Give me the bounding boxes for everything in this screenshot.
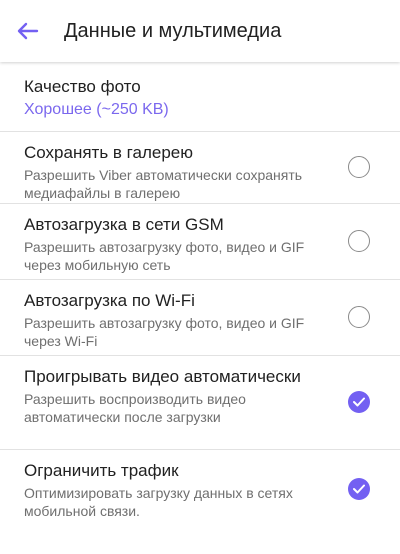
setting-photo-quality[interactable]: Качество фото Хорошее (~250 KB) bbox=[0, 62, 400, 132]
setting-text: Автозагрузка в сети GSM Разрешить автоза… bbox=[24, 214, 324, 274]
setting-text: Качество фото Хорошее (~250 KB) bbox=[24, 76, 324, 120]
setting-description: Разрешить Viber автоматически сохранять … bbox=[24, 167, 303, 201]
limit-traffic-checkbox[interactable] bbox=[348, 478, 370, 500]
setting-label: Ограничить трафик bbox=[24, 461, 179, 480]
save-to-gallery-checkbox[interactable] bbox=[348, 155, 370, 178]
setting-label: Сохранять в галерею bbox=[24, 143, 193, 162]
setting-description: Разрешить автозагрузку фото, видео и GIF… bbox=[24, 239, 305, 273]
app-bar: Данные и мультимедиа bbox=[0, 0, 400, 62]
setting-label: Качество фото bbox=[24, 77, 141, 96]
setting-description: Оптимизировать загрузку данных в сетях м… bbox=[24, 485, 293, 519]
arrow-left-icon bbox=[17, 22, 39, 40]
autoload-wifi-checkbox[interactable] bbox=[348, 305, 370, 328]
setting-text: Ограничить трафик Оптимизировать загрузк… bbox=[24, 460, 324, 520]
check-icon bbox=[353, 484, 365, 494]
back-button[interactable] bbox=[14, 17, 42, 45]
setting-text: Сохранять в галерею Разрешить Viber авто… bbox=[24, 142, 324, 202]
setting-save-to-gallery[interactable]: Сохранять в галерею Разрешить Viber авто… bbox=[0, 132, 400, 204]
setting-label: Автозагрузка в сети GSM bbox=[24, 215, 224, 234]
setting-text: Автозагрузка по Wi-Fi Разрешить автозагр… bbox=[24, 290, 324, 350]
settings-list: Качество фото Хорошее (~250 KB) Сохранят… bbox=[0, 62, 400, 530]
setting-autoload-wifi[interactable]: Автозагрузка по Wi-Fi Разрешить автозагр… bbox=[0, 280, 400, 356]
setting-label: Автозагрузка по Wi-Fi bbox=[24, 291, 195, 310]
page-title: Данные и мультимедиа bbox=[64, 19, 282, 42]
autoload-gsm-checkbox[interactable] bbox=[348, 229, 370, 252]
check-icon bbox=[353, 397, 365, 406]
setting-label: Проигрывать видео автоматически bbox=[24, 367, 301, 386]
autoplay-video-checkbox[interactable] bbox=[348, 390, 370, 413]
setting-description: Разрешить автозагрузку фото, видео и GIF… bbox=[24, 315, 305, 349]
setting-limit-traffic[interactable]: Ограничить трафик Оптимизировать загрузк… bbox=[0, 450, 400, 530]
setting-value: Хорошее (~250 KB) bbox=[24, 101, 169, 118]
setting-autoload-gsm[interactable]: Автозагрузка в сети GSM Разрешить автоза… bbox=[0, 204, 400, 280]
setting-text: Проигрывать видео автоматически Разрешит… bbox=[24, 366, 324, 426]
setting-autoplay-video[interactable]: Проигрывать видео автоматически Разрешит… bbox=[0, 356, 400, 450]
setting-description: Разрешить воспроизводить видео автоматич… bbox=[24, 391, 246, 425]
